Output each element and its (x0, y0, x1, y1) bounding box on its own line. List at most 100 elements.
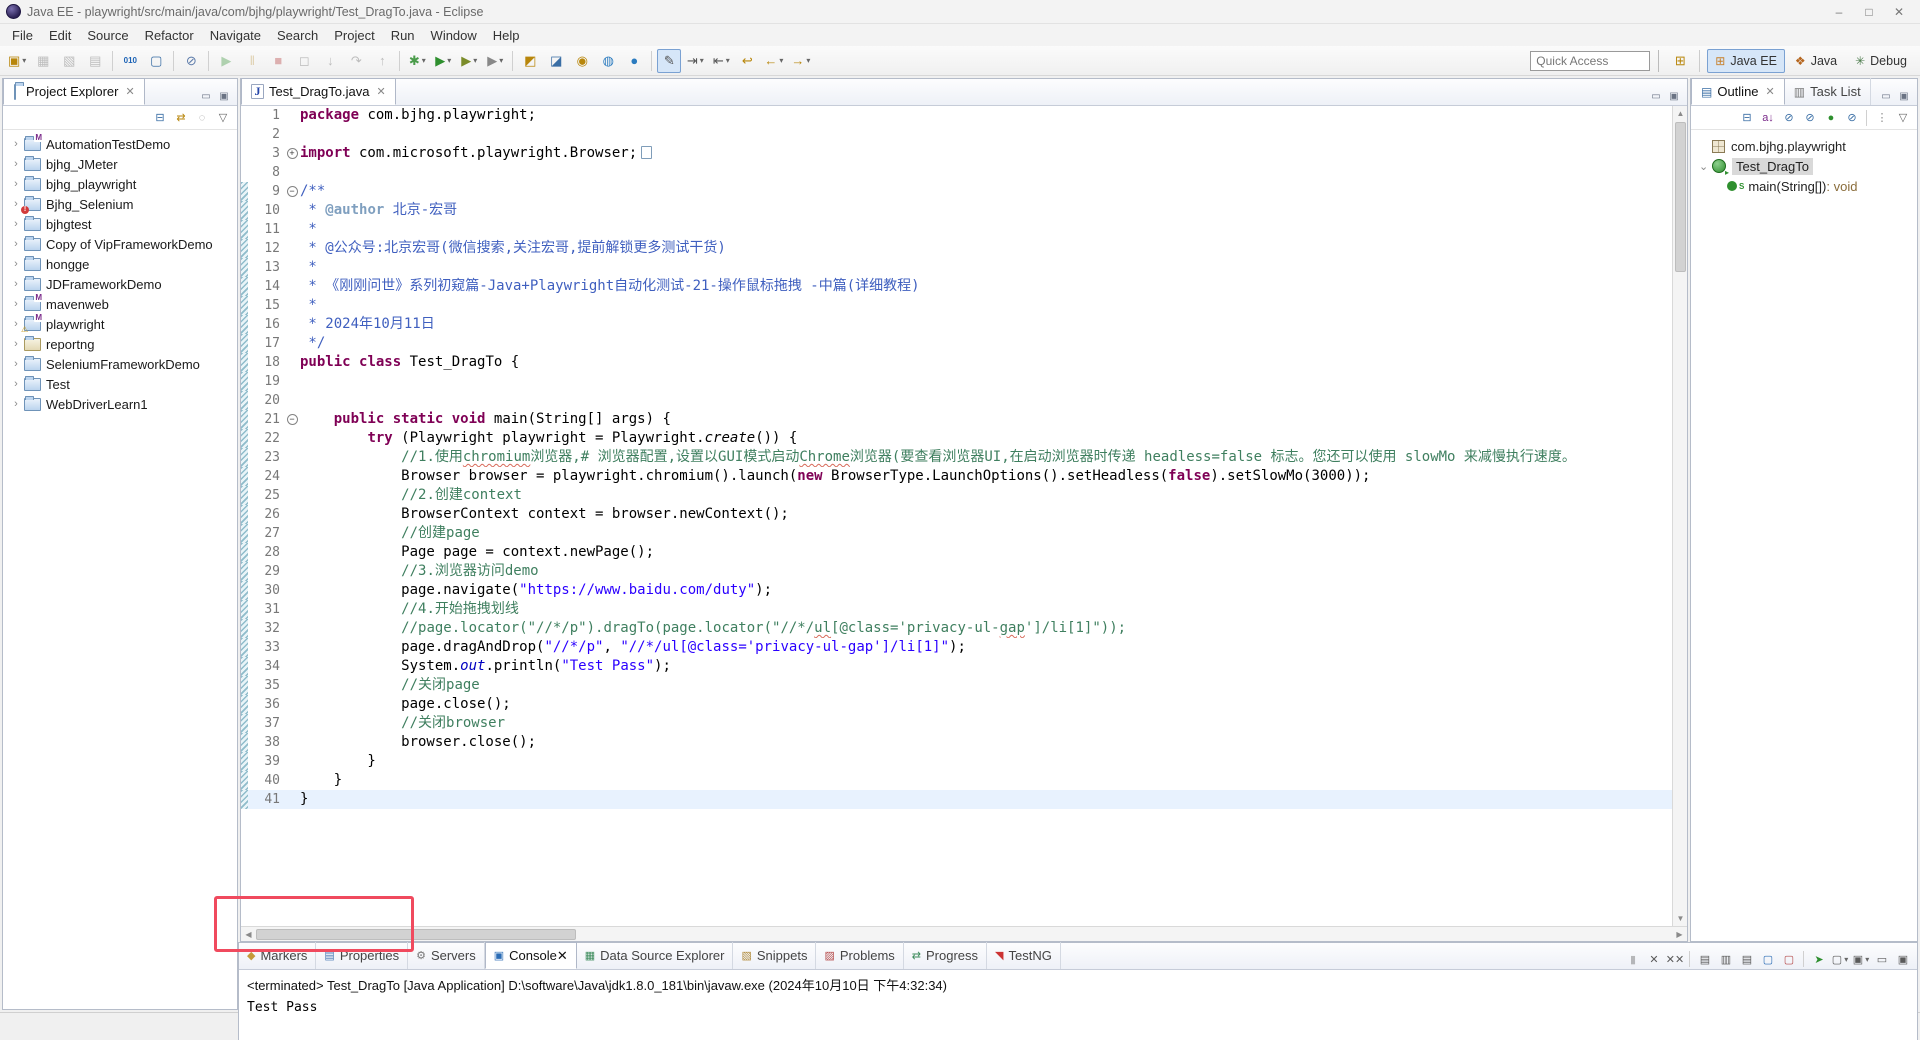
editor-vscroll-thumb[interactable] (1675, 122, 1686, 272)
close-window-button[interactable]: ✕ (1884, 3, 1914, 21)
outline-item-com-bjhg-playwright[interactable]: com.bjhg.playwright (1691, 136, 1917, 156)
expand-chevron-icon[interactable]: › (9, 258, 23, 270)
menu-run[interactable]: Run (383, 26, 423, 45)
quick-access-input[interactable] (1530, 50, 1651, 71)
editor-hscroll-thumb[interactable] (256, 928, 576, 940)
expand-chevron-icon[interactable]: › (9, 238, 23, 250)
display-selected-console-button[interactable]: ▢ ▾ (1830, 949, 1850, 969)
web-browser-button[interactable]: ● (622, 49, 646, 73)
sidebar-item-jdframeworkdemo[interactable]: › JDFrameworkDemo (3, 274, 237, 294)
code-line-18[interactable]: 18 public class Test_DragTo { (241, 353, 1687, 372)
remove-launch-button[interactable]: ✕ (1644, 949, 1664, 969)
expand-chevron-icon[interactable]: › (9, 358, 23, 370)
expand-chevron-icon[interactable]: › (9, 298, 23, 310)
expand-chevron-icon[interactable]: › (9, 338, 23, 350)
maximize-panel-button[interactable]: ▣ (1895, 87, 1913, 105)
coverage-dropdown-arrow[interactable]: ▾ (473, 56, 477, 65)
tab-servers[interactable]: ⚙ Servers (408, 942, 485, 969)
tab-problems[interactable]: ▨ Problems (816, 942, 904, 969)
code-line-30[interactable]: 30 page.navigate("https://www.baidu.com/… (241, 581, 1687, 600)
sidebar-item-playwright[interactable]: › M ⚠ playwright (3, 313, 237, 334)
collapse-all-button[interactable]: ⊟ (1737, 108, 1757, 128)
sidebar-item-bjhg-playwright[interactable]: › bjhg_playwright (3, 174, 237, 194)
tab-progress[interactable]: ⇄ Progress (904, 942, 988, 969)
hide-non-public-members-button[interactable]: ● (1821, 108, 1841, 128)
sidebar-item-hongge[interactable]: › hongge (3, 254, 237, 274)
code-line-11[interactable]: 11 * (241, 220, 1687, 239)
maximize-panel-button[interactable]: ▣ (1665, 87, 1683, 105)
display-selected-console-dropdown-arrow[interactable]: ▾ (1844, 955, 1848, 964)
code-line-21[interactable]: 21− public static void main(String[] arg… (241, 410, 1687, 429)
scroll-down-arrow[interactable]: ▼ (1673, 911, 1688, 926)
code-editor[interactable]: 1 package com.bjhg.playwright; 2 3 + import c… (241, 106, 1687, 927)
expand-chevron-icon[interactable]: › (9, 218, 23, 230)
scroll-left-arrow[interactable]: ◀ (241, 927, 256, 942)
word-wrap-button[interactable]: ▤ (1737, 949, 1757, 969)
minimize-panel-button[interactable]: ▭ (1877, 87, 1895, 105)
code-line-19[interactable]: 19 (241, 372, 1687, 391)
code-line-20[interactable]: 20 (241, 391, 1687, 410)
sidebar-item-webdriverlearn1[interactable]: › WebDriverLearn1 (3, 394, 237, 414)
code-line-36[interactable]: 36 page.close(); (241, 695, 1687, 714)
code-line-40[interactable]: 40 } (241, 771, 1687, 790)
code-line-25[interactable]: 25 //2.创建context (241, 486, 1687, 505)
remove-all-terminated-button[interactable]: ✕✕ (1665, 949, 1685, 969)
code-line-9[interactable]: 9−/** (241, 182, 1687, 201)
collapse-all-button[interactable]: ⊟ (150, 108, 170, 128)
back-dropdown-arrow[interactable]: ▾ (779, 56, 783, 65)
tab-task-list[interactable]: ▥ Task List (1785, 78, 1871, 105)
expand-chevron-icon[interactable]: › (9, 378, 23, 390)
minimize-panel-button[interactable]: ▭ (197, 87, 215, 105)
external-tools-dropdown-arrow[interactable]: ▾ (499, 56, 503, 65)
code-line-39[interactable]: 39 } (241, 752, 1687, 771)
collapse-fold-icon[interactable]: − (286, 186, 298, 197)
open-type-button[interactable]: 010 (118, 49, 142, 73)
code-line-35[interactable]: 35 //关闭page (241, 676, 1687, 695)
outline-item-test-dragto[interactable]: ⌄ Test_DragTo (1691, 156, 1917, 177)
minimize-panel-button[interactable]: ▭ (1647, 87, 1665, 105)
expand-chevron-icon[interactable]: › (9, 398, 23, 410)
sidebar-item-test[interactable]: › Test (3, 374, 237, 394)
menu-source[interactable]: Source (79, 26, 136, 45)
code-line-13[interactable]: 13 * (241, 258, 1687, 277)
run-on-server-button[interactable]: ◍ (596, 49, 620, 73)
expand-chevron-icon[interactable]: › (9, 178, 23, 190)
code-line-1[interactable]: 1 package com.bjhg.playwright; (241, 106, 1687, 125)
tab-snippets[interactable]: ▧ Snippets (733, 942, 817, 969)
menu-navigate[interactable]: Navigate (202, 26, 269, 45)
show-stderr-button[interactable]: ▢ (1779, 949, 1799, 969)
hide-local-types-button[interactable]: ⊘ (1842, 108, 1862, 128)
fold-gutter[interactable]: − (284, 182, 300, 201)
scroll-right-arrow[interactable]: ▶ (1672, 927, 1687, 942)
maximize-panel-button[interactable]: ▣ (215, 87, 233, 105)
last-edit-location-button[interactable]: ↩ (735, 49, 759, 73)
filters-button[interactable]: ⋮ (1872, 108, 1892, 128)
new-window-button[interactable]: ▢ (144, 49, 168, 73)
forward-dropdown-arrow[interactable]: ▾ (806, 56, 810, 65)
search-button[interactable]: ◉ (570, 49, 594, 73)
open-console-dropdown-arrow[interactable]: ▾ (1865, 955, 1869, 964)
hide-static-members-button[interactable]: ⊘ (1800, 108, 1820, 128)
sidebar-item-reportng[interactable]: › reportng (3, 334, 237, 354)
focus-on-active-task-button[interactable]: ◌ (192, 108, 212, 128)
maximize-window-button[interactable]: □ (1854, 3, 1884, 21)
sidebar-item-bjhgtest[interactable]: › bjhgtest (3, 214, 237, 234)
tab-console[interactable]: ▣ Console ✕ (484, 942, 577, 969)
expand-chevron-icon[interactable]: › (9, 138, 23, 150)
view-menu-button[interactable]: ▽ (1893, 108, 1913, 128)
code-line-31[interactable]: 31 //4.开始拖拽划线 (241, 600, 1687, 619)
previous-annotation-dropdown-arrow[interactable]: ▾ (726, 56, 730, 65)
menu-project[interactable]: Project (326, 26, 382, 45)
scroll-up-arrow[interactable]: ▲ (1673, 106, 1688, 121)
menu-edit[interactable]: Edit (41, 26, 79, 45)
tab-project-explorer[interactable]: Project Explorer ✕ (3, 78, 145, 105)
perspective-java-ee[interactable]: ⊞ Java EE (1707, 48, 1785, 73)
tab-data-source-explorer[interactable]: ▦ Data Source Explorer (577, 942, 734, 969)
show-stdout-button[interactable]: ▢ (1758, 949, 1778, 969)
editor-vertical-scrollbar[interactable]: ▲ ▼ (1672, 106, 1687, 926)
perspective-debug[interactable]: ✳ Debug (1847, 49, 1915, 73)
link-with-editor-button[interactable]: ⇄ (171, 108, 191, 128)
code-line-14[interactable]: 14 * 《刚刚问世》系列初窥篇-Java+Playwright自动化测试-21… (241, 277, 1687, 296)
open-perspective-button[interactable]: ⊞ (1668, 49, 1692, 73)
code-line-22[interactable]: 22 try (Playwright playwright = Playwrig… (241, 429, 1687, 448)
